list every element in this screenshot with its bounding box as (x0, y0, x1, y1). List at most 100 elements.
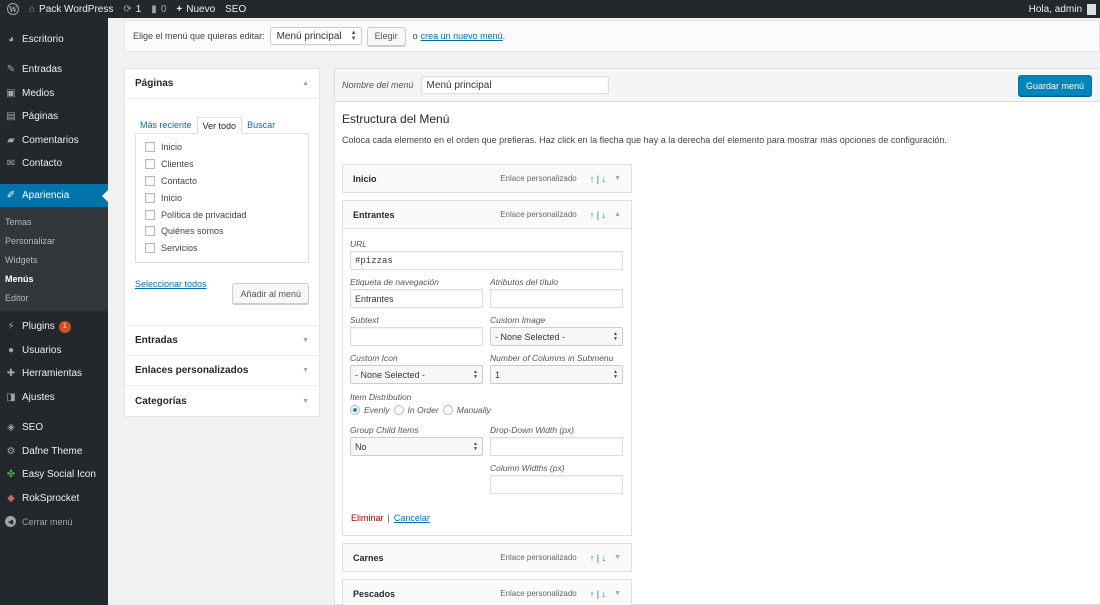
sidebar-item-label: Entradas (22, 64, 63, 76)
tab-view-all[interactable]: Ver todo (196, 117, 243, 134)
collapse-menu-button[interactable]: ◀ Cerrar menú (0, 510, 108, 534)
sidebar-item-usuarios[interactable]: ● Usuarios (0, 339, 108, 363)
submenu-item-widgets[interactable]: Widgets (0, 250, 108, 269)
sidebar-item-escritorio[interactable]: ◕ Escritorio (0, 27, 108, 51)
choose-menu-button[interactable]: Elegir (366, 26, 406, 46)
page-checkbox[interactable] (145, 175, 155, 186)
save-menu-button[interactable]: Guardar menú (1017, 75, 1092, 96)
list-item[interactable]: Quiénes somos (145, 223, 299, 240)
expand-down-icon[interactable]: ▼ (614, 590, 621, 597)
subtext-label: Subtext (350, 315, 379, 325)
sidebar-item-dafne-theme[interactable]: ⚙ Dafne Theme (0, 440, 108, 464)
sidebar-item-entradas[interactable]: ✎ Entradas (0, 58, 108, 82)
expand-down-icon[interactable]: ▼ (614, 554, 621, 561)
new-label: Nuevo (186, 3, 216, 15)
column-widths-input[interactable] (490, 475, 623, 494)
custom-image-select[interactable]: - None Selected - ▲ ▼ (490, 327, 623, 346)
accordion-section-pages[interactable]: Páginas ▲ (125, 69, 319, 99)
brush-icon: ✐ (6, 189, 16, 201)
updates-link[interactable]: ⟳ 1 (118, 0, 146, 18)
group-child-value: No (355, 441, 367, 452)
nav-label-input[interactable]: Entrantes (350, 289, 483, 308)
accordion-section-categorias[interactable]: Categorías ▼ (125, 386, 319, 416)
sidebar-item-plugins[interactable]: ⚡ Plugins 1 (0, 315, 108, 339)
create-menu-link[interactable]: crea un nuevo menú (421, 31, 503, 41)
sidebar-item-seo[interactable]: ◈ SEO (0, 416, 108, 440)
list-item[interactable]: Política de privacidad (145, 206, 299, 223)
sidebar-item-medios[interactable]: ▣ Medios (0, 82, 108, 106)
radio-manually[interactable] (442, 405, 453, 415)
page-checkbox[interactable] (145, 226, 155, 237)
expand-down-icon: ▼ (302, 337, 309, 344)
menu-name-label: Nombre del menú (342, 80, 414, 90)
menu-item-controls: Enlace personalizado ↑ | ↓ ▼ (500, 553, 621, 563)
list-item[interactable]: Clientes (145, 156, 299, 173)
tab-search[interactable]: Buscar (242, 116, 280, 133)
accordion-section-entradas[interactable]: Entradas ▼ (125, 326, 319, 356)
menu-item-bar[interactable]: Carnes Enlace personalizado ↑ | ↓ ▼ (342, 543, 632, 572)
move-arrows-icon[interactable]: ↑ | ↓ (590, 553, 606, 563)
sidebar-item-paginas[interactable]: ▤ Páginas (0, 105, 108, 129)
add-to-menu-button[interactable]: Añadir al menú (232, 283, 309, 304)
sidebar-item-contacto[interactable]: ✉ Contacto (0, 152, 108, 176)
expand-down-icon[interactable]: ▼ (614, 175, 621, 182)
menu-name-input[interactable]: Menú principal (420, 76, 609, 94)
menu-select[interactable]: Menú principal ▲ ▼ (269, 27, 362, 45)
url-input[interactable]: #pizzas (350, 251, 623, 270)
sidebar-item-herramientas[interactable]: ✚ Herramientas (0, 362, 108, 386)
sidebar-item-label: Usuarios (22, 344, 62, 356)
move-arrows-icon[interactable]: ↑ | ↓ (590, 174, 606, 184)
collapse-up-icon[interactable]: ▲ (614, 211, 621, 218)
title-attribute-input[interactable] (490, 289, 623, 308)
move-arrows-icon[interactable]: ↑ | ↓ (590, 210, 606, 220)
menu-item-bar[interactable]: Entrantes Enlace personalizado ↑ | ↓ ▲ (342, 200, 632, 229)
site-name-link[interactable]: ⌂ Pack WordPress (24, 0, 118, 18)
menu-item-bar[interactable]: Inicio Enlace personalizado ↑ | ↓ ▼ (342, 164, 632, 193)
cancel-item-link[interactable]: Cancelar (394, 513, 430, 523)
menu-item-title: Inicio (353, 173, 377, 184)
list-item[interactable]: Contacto (145, 173, 299, 190)
menu-item-bar[interactable]: Pescados Enlace personalizado ↑ | ↓ ▼ (342, 579, 632, 605)
my-account-link[interactable]: Hola, admin (1024, 0, 1100, 18)
page-label: Política de privacidad (161, 209, 247, 220)
sidebar-item-label: Contacto (22, 158, 63, 170)
subtext-input[interactable] (350, 327, 483, 346)
accordion-section-custom-links[interactable]: Enlaces personalizados ▼ (125, 356, 319, 386)
list-item[interactable]: Inicio (145, 189, 299, 206)
wordpress-logo-button[interactable]: W (2, 0, 24, 18)
dropdown-width-input[interactable] (490, 437, 623, 456)
submenu-item-personalizar[interactable]: Personalizar (0, 231, 108, 250)
sidebar-item-apariencia[interactable]: ✐ Apariencia (0, 183, 108, 207)
seo-link[interactable]: SEO (220, 0, 251, 18)
or-text: o (412, 31, 418, 41)
page-checkbox[interactable] (145, 243, 155, 254)
list-item[interactable]: Servicios (145, 240, 299, 257)
page-checkbox[interactable] (145, 209, 155, 220)
custom-image-label: Custom Image (490, 315, 546, 325)
radio-evenly[interactable] (350, 405, 360, 415)
page-checkbox[interactable] (145, 159, 155, 170)
sidebar-item-easy-social-icon[interactable]: ✤ Easy Social Icon (0, 463, 108, 487)
radio-label: In Order (407, 405, 439, 415)
submenu-columns-select[interactable]: 1 ▲ ▼ (490, 365, 623, 384)
comments-link[interactable]: ▮ 0 (146, 0, 171, 18)
group-child-select[interactable]: No ▲ ▼ (350, 437, 483, 456)
sidebar-item-comentarios[interactable]: ▰ Comentarios (0, 129, 108, 153)
submenu-item-editor[interactable]: Editor (0, 288, 108, 307)
sidebar-item-roksprocket[interactable]: ◆ RokSprocket (0, 487, 108, 511)
delete-item-link[interactable]: Eliminar (351, 513, 384, 523)
page-checkbox[interactable] (145, 142, 155, 153)
accordion-title: Entradas (135, 335, 178, 346)
submenu-item-menus[interactable]: Menús (0, 269, 108, 288)
radio-in-order[interactable] (393, 405, 404, 415)
select-all-link[interactable]: Seleccionar todos (135, 279, 207, 289)
new-content-link[interactable]: + Nuevo (171, 0, 220, 18)
custom-icon-select[interactable]: - None Selected - ▲ ▼ (350, 365, 483, 384)
move-arrows-icon[interactable]: ↑ | ↓ (590, 589, 606, 599)
tab-most-recent[interactable]: Más reciente (135, 116, 197, 133)
submenu-item-temas[interactable]: Temas (0, 212, 108, 231)
list-item[interactable]: Inicio (145, 139, 299, 156)
item-distribution-radios: Evenly In Order Manually (350, 405, 495, 415)
page-checkbox[interactable] (145, 192, 155, 203)
sidebar-item-ajustes[interactable]: ◨ Ajustes (0, 386, 108, 410)
